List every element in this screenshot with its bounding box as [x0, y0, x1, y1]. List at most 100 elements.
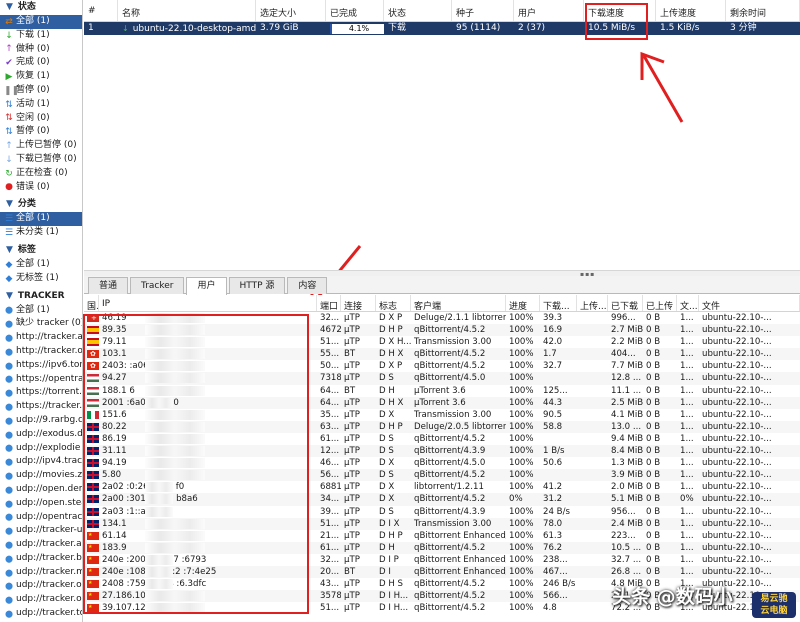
filter-icon: ⇄: [4, 17, 14, 27]
column-header[interactable]: 剩余时间: [726, 0, 800, 21]
sidebar-item[interactable]: ⬤缺少 tracker (0): [0, 317, 82, 331]
column-header[interactable]: 状态: [384, 0, 452, 21]
column-header[interactable]: 文...: [677, 295, 699, 311]
column-header[interactable]: 下载...: [540, 295, 577, 311]
sidebar-item[interactable]: ⬤udp://open.stea: [0, 497, 82, 511]
column-header[interactable]: 已下载: [608, 295, 643, 311]
column-header[interactable]: 名称: [118, 0, 256, 21]
column-header[interactable]: 用户: [514, 0, 584, 21]
sidebar-item[interactable]: ⬤udp://tracker.alt: [0, 538, 82, 552]
peer-cell-uploaded: 0 B: [643, 530, 677, 542]
sidebar-item[interactable]: ⬤https://ipv6.torr: [0, 359, 82, 373]
peer-cell-port: 32...: [317, 554, 341, 566]
sidebar-item[interactable]: ⇅暂停 (0): [0, 125, 82, 139]
sidebar-item[interactable]: ⬤udp://open.dem: [0, 483, 82, 497]
peer-cell-flags: D X: [376, 493, 411, 505]
column-header[interactable]: 国.: [84, 295, 99, 311]
peer-cell-uploaded: 0 B: [643, 409, 677, 421]
sidebar-item-label: 未分类 (1): [16, 226, 59, 240]
sidebar-item[interactable]: ⬤udp://tracker.op: [0, 593, 82, 607]
column-header[interactable]: 上传速度: [656, 0, 726, 21]
column-header[interactable]: 文件: [699, 295, 800, 311]
peer-cell-port: 56...: [317, 469, 341, 481]
column-header[interactable]: #: [84, 0, 118, 21]
sidebar-item[interactable]: ⇄全部 (1): [0, 15, 82, 29]
peer-cell-conn: μTP: [341, 542, 376, 554]
column-header[interactable]: 客户端: [411, 295, 506, 311]
sidebar-item[interactable]: ◆全部 (1): [0, 258, 82, 272]
sidebar-item[interactable]: ▶恢复 (1): [0, 70, 82, 84]
sidebar-item-label: 全部 (1): [16, 304, 50, 318]
sidebar-item[interactable]: ↓下载 (1): [0, 29, 82, 43]
sidebar-item[interactable]: ⬤udp://tracker-u: [0, 524, 82, 538]
sidebar-item[interactable]: ☰全部 (1): [0, 212, 82, 226]
peer-cell-rel: 1...: [677, 566, 699, 578]
tracker-header[interactable]: ▼ TRACKER: [0, 289, 82, 304]
peer-cell-file: ubuntu-22.10-...: [699, 469, 800, 481]
sidebar-item[interactable]: ⬤https://tracker.t: [0, 400, 82, 414]
peer-cell-flags: D I: [376, 566, 411, 578]
sidebar-item[interactable]: ⬤udp://tracker.tor: [0, 607, 82, 621]
sidebar-item[interactable]: ⬤udp://ipv4.track: [0, 455, 82, 469]
peer-cell-up: [577, 457, 608, 469]
status-header[interactable]: ▼ 状态: [0, 0, 82, 15]
peer-cell-downloaded: 3.9 MiB: [608, 469, 643, 481]
tag-header[interactable]: ▼ 标签: [0, 243, 82, 258]
sidebar-item[interactable]: ⬤udp://movies.zs: [0, 469, 82, 483]
peer-cell-rel: 1...: [677, 360, 699, 372]
error-icon: ●: [4, 182, 14, 192]
sidebar-item[interactable]: ↑上传已暂停 (0): [0, 139, 82, 153]
sidebar-item[interactable]: ⬤udp://tracker.op: [0, 579, 82, 593]
sidebar-item[interactable]: ⬤udp://exodus.d: [0, 428, 82, 442]
peer-cell-file: ubuntu-22.10-...: [699, 397, 800, 409]
column-header[interactable]: 选定大小: [256, 0, 326, 21]
tab-3[interactable]: HTTP 源: [229, 277, 286, 294]
tab-1[interactable]: Tracker: [130, 277, 184, 294]
sidebar-item[interactable]: ⬤http://tracker.acg: [0, 331, 82, 345]
peer-cell-down: 41.2: [540, 481, 577, 493]
download-icon: ↓: [4, 31, 14, 41]
column-header[interactable]: 连接: [341, 295, 376, 311]
peer-cell-client: Transmission 3.00: [411, 518, 506, 530]
peer-cell-progress: 100%: [506, 506, 540, 518]
tracker-pin-icon: ⬤: [4, 609, 14, 619]
column-header[interactable]: 种子: [452, 0, 514, 21]
column-header[interactable]: 进度: [506, 295, 540, 311]
sidebar-item[interactable]: ✔完成 (0): [0, 56, 82, 70]
column-header[interactable]: 端口: [317, 295, 341, 311]
peer-cell-up: [577, 372, 608, 384]
sidebar-item[interactable]: ●错误 (0): [0, 181, 82, 195]
torrent-row[interactable]: 1 ↓ubuntu-22.10-desktop-amd64.iso 3.79 G…: [84, 22, 800, 35]
sidebar-item[interactable]: ⬤http://tracker.op: [0, 345, 82, 359]
peer-cell-client: qBittorrent/4.5.2: [411, 493, 506, 505]
sidebar-item[interactable]: ⇅活动 (1): [0, 98, 82, 112]
tab-0[interactable]: 普通: [88, 277, 128, 294]
column-header[interactable]: 已上传: [643, 295, 677, 311]
peer-cell-up: [577, 590, 608, 602]
sidebar-item[interactable]: ☰未分类 (1): [0, 226, 82, 240]
sidebar-item-label: udp://tracker.alt: [16, 538, 82, 552]
sidebar-item[interactable]: ⬤https://opentrac: [0, 373, 82, 387]
sidebar-item[interactable]: ⬤udp://tracker.m: [0, 566, 82, 580]
sidebar-item[interactable]: ❚❚暂停 (0): [0, 84, 82, 98]
sidebar-item[interactable]: ⬤udp://tracker.bit: [0, 552, 82, 566]
sidebar-item[interactable]: ⬤全部 (1): [0, 304, 82, 318]
sidebar-item[interactable]: ↑做种 (0): [0, 43, 82, 57]
sidebar-item[interactable]: ↓下载已暂停 (0): [0, 153, 82, 167]
sidebar-item[interactable]: ⇅空闲 (0): [0, 112, 82, 126]
column-header[interactable]: 标志: [376, 295, 411, 311]
column-header[interactable]: 已完成: [326, 0, 384, 21]
sidebar-item[interactable]: ⬤udp://opentrack: [0, 511, 82, 525]
sidebar-item[interactable]: ↻正在检查 (0): [0, 167, 82, 181]
sidebar-item[interactable]: ⬤udp://explodie: [0, 442, 82, 456]
tab-4[interactable]: 内容: [287, 277, 327, 294]
sidebar-item[interactable]: ⬤udp://9.rarbg.c: [0, 414, 82, 428]
category-header[interactable]: ▼ 分类: [0, 197, 82, 212]
sidebar-item[interactable]: ⬤https://torrent.u: [0, 386, 82, 400]
sidebar-item-label: 正在检查 (0): [16, 167, 68, 181]
sidebar-item[interactable]: ◆无标签 (1): [0, 272, 82, 286]
tab-2[interactable]: 用户: [186, 277, 226, 295]
sidebar-item-label: udp://tracker.tor: [16, 607, 82, 621]
column-header[interactable]: IP: [99, 295, 317, 311]
column-header[interactable]: 上传...: [577, 295, 608, 311]
